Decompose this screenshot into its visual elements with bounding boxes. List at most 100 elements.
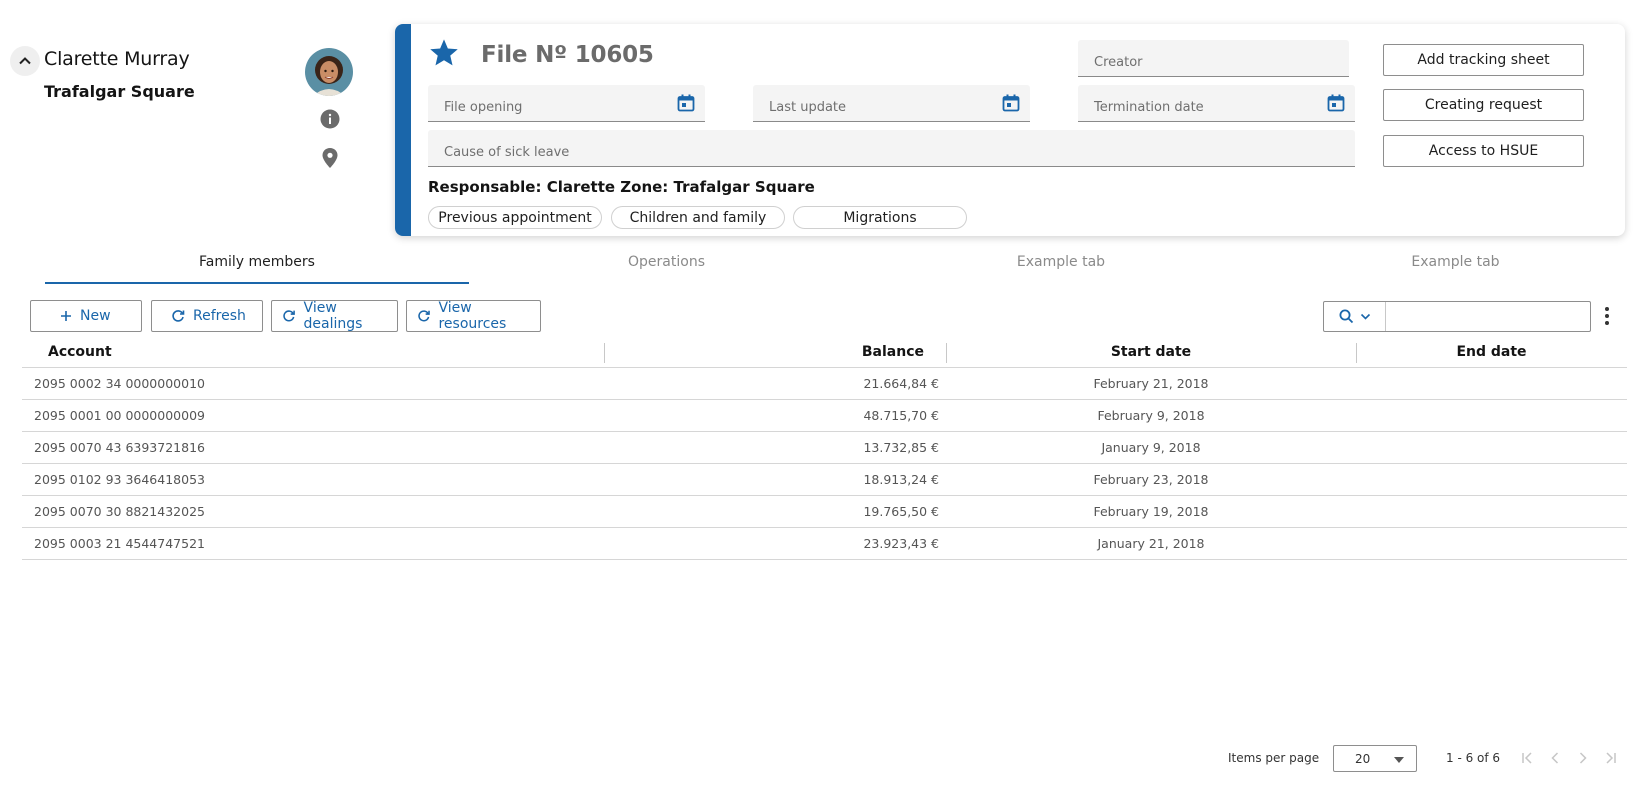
refresh-button[interactable]: Refresh (151, 300, 263, 332)
view-resources-button[interactable]: View resources (406, 300, 541, 332)
table-row[interactable]: 2095 0102 93 3646418053 18.913,24 € Febr… (22, 464, 1627, 496)
cell-start-date: January 21, 2018 (1097, 536, 1205, 551)
new-button[interactable]: New (30, 300, 142, 332)
file-card: File Nº 10605 Creator File opening Last … (395, 24, 1625, 236)
header-balance[interactable]: Balance (604, 344, 924, 360)
responsable-line: Responsable: Clarette Zone: Trafalgar Sq… (428, 178, 815, 196)
avatar (305, 48, 353, 96)
cell-balance: 23.923,43 € (863, 536, 939, 551)
chevron-up-icon (19, 57, 31, 65)
tab-family-members[interactable]: Family members (45, 254, 469, 284)
cause-label: Cause of sick leave (444, 145, 570, 160)
cell-balance: 18.913,24 € (863, 472, 939, 487)
person-zone: Trafalgar Square (44, 82, 195, 101)
plus-icon (61, 311, 71, 321)
termination-date-label: Termination date (1094, 100, 1204, 115)
creator-label: Creator (1094, 55, 1143, 70)
file-opening-label: File opening (444, 100, 523, 115)
search-input[interactable] (1388, 304, 1586, 329)
cell-account: 2095 0002 34 0000000010 (34, 376, 205, 391)
cell-start-date: February 9, 2018 (1097, 408, 1205, 423)
cell-account: 2095 0070 43 6393721816 (34, 440, 205, 455)
cell-account: 2095 0001 00 0000000009 (34, 408, 205, 423)
cell-account: 2095 0070 30 8821432025 (34, 504, 205, 519)
more-options-icon[interactable] (1600, 304, 1614, 328)
table-row[interactable]: 2095 0001 00 0000000009 48.715,70 € Febr… (22, 400, 1627, 432)
cell-balance: 48.715,70 € (863, 408, 939, 423)
chevron-left-icon (1551, 752, 1559, 764)
cell-balance: 21.664,84 € (863, 376, 939, 391)
cell-balance: 13.732,85 € (863, 440, 939, 455)
header-start-date[interactable]: Start date (946, 344, 1356, 360)
refresh-button-label: Refresh (193, 308, 246, 324)
header-account[interactable]: Account (48, 344, 112, 360)
cell-start-date: February 19, 2018 (1093, 504, 1209, 519)
cell-start-date: January 9, 2018 (1101, 440, 1201, 455)
profile-panel: Clarette Murray Trafalgar Square (10, 44, 370, 184)
calendar-icon[interactable] (1327, 94, 1345, 112)
refresh-icon (283, 310, 295, 322)
items-per-page-value: 20 (1355, 752, 1371, 766)
cell-start-date: February 23, 2018 (1093, 472, 1209, 487)
chip-migrations[interactable]: Migrations (793, 206, 967, 229)
first-page-icon (1522, 752, 1532, 764)
accounts-table: Account Balance Start date End date 2095… (22, 337, 1627, 560)
previous-page-button[interactable] (1546, 749, 1564, 767)
refresh-icon (172, 310, 185, 322)
table-row[interactable]: 2095 0002 34 0000000010 21.664,84 € Febr… (22, 368, 1627, 400)
table-row[interactable]: 2095 0070 43 6393721816 13.732,85 € Janu… (22, 432, 1627, 464)
card-accent-bar (395, 24, 411, 236)
first-page-button[interactable] (1518, 749, 1536, 767)
access-hsue-button[interactable]: Access to HSUE (1383, 135, 1584, 167)
calendar-icon[interactable] (677, 94, 695, 112)
next-page-button[interactable] (1574, 749, 1592, 767)
table-header: Account Balance Start date End date (22, 337, 1627, 368)
chip-previous-appointment[interactable]: Previous appointment (428, 206, 602, 229)
cell-balance: 19.765,50 € (863, 504, 939, 519)
add-tracking-sheet-button[interactable]: Add tracking sheet (1383, 44, 1584, 76)
last-update-field[interactable]: Last update (753, 85, 1030, 122)
last-page-button[interactable] (1602, 749, 1620, 767)
tab-bar: Family members Operations Example tab Ex… (45, 254, 1605, 284)
tab-example-1[interactable]: Example tab (864, 254, 1258, 284)
creating-request-button[interactable]: Creating request (1383, 89, 1584, 121)
cell-account: 2095 0003 21 4544747521 (34, 536, 205, 551)
new-button-label: New (80, 308, 111, 324)
tab-operations[interactable]: Operations (469, 254, 864, 284)
chip-children-and-family[interactable]: Children and family (611, 206, 785, 229)
person-name: Clarette Murray (44, 48, 190, 70)
chevron-down-icon (1360, 313, 1370, 320)
termination-date-field[interactable]: Termination date (1078, 85, 1355, 122)
dropdown-arrow-icon (1394, 757, 1404, 763)
refresh-icon (418, 310, 430, 322)
cause-field[interactable]: Cause of sick leave (428, 130, 1355, 167)
info-icon (320, 109, 340, 129)
tab-example-2[interactable]: Example tab (1258, 254, 1645, 284)
search-box (1323, 301, 1591, 332)
header-end-date[interactable]: End date (1356, 344, 1627, 360)
view-dealings-button[interactable]: View dealings (271, 300, 398, 332)
creator-field[interactable]: Creator (1078, 40, 1349, 77)
search-filter-toggle[interactable] (1324, 302, 1386, 331)
table-row[interactable]: 2095 0070 30 8821432025 19.765,50 € Febr… (22, 496, 1627, 528)
table-row[interactable]: 2095 0003 21 4544747521 23.923,43 € Janu… (22, 528, 1627, 560)
file-title: File Nº 10605 (481, 42, 654, 68)
view-dealings-button-label: View dealings (303, 300, 363, 332)
cell-account: 2095 0102 93 3646418053 (34, 472, 205, 487)
items-per-page-select[interactable]: 20 (1333, 745, 1417, 772)
star-icon[interactable] (428, 37, 460, 69)
file-opening-field[interactable]: File opening (428, 85, 705, 122)
location-pin-icon (322, 148, 338, 168)
chevron-right-icon (1579, 752, 1587, 764)
calendar-icon[interactable] (1002, 94, 1020, 112)
view-resources-button-label: View resources (438, 300, 507, 332)
items-per-page-label: Items per page (1228, 751, 1320, 765)
last-page-icon (1606, 752, 1616, 764)
last-update-label: Last update (769, 100, 847, 115)
search-icon (1339, 309, 1353, 324)
location-button[interactable] (319, 147, 341, 169)
collapse-button[interactable] (10, 46, 40, 76)
cell-start-date: February 21, 2018 (1093, 376, 1209, 391)
info-button[interactable] (319, 108, 341, 130)
page-range: 1 - 6 of 6 (1446, 751, 1501, 765)
